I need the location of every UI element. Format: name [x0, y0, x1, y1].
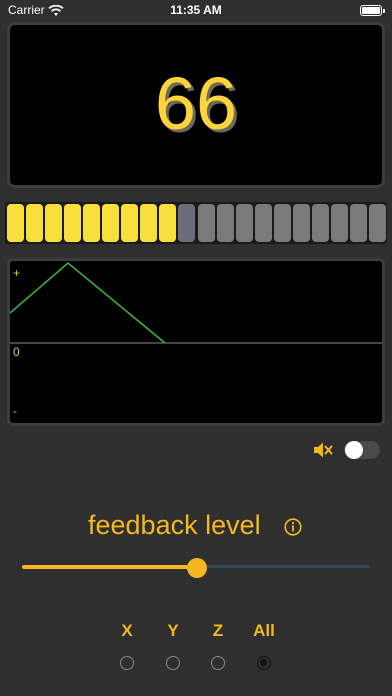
meter-segment — [235, 204, 253, 242]
meter-segment — [140, 204, 158, 242]
feedback-level-title: feedback level — [88, 510, 261, 540]
meter-segment — [64, 204, 82, 242]
axis-label-all: All — [253, 621, 275, 640]
axis-label-z: Z — [212, 621, 224, 640]
meter-segment — [216, 204, 234, 242]
meter-segment — [292, 204, 310, 242]
toggle-knob — [345, 441, 363, 459]
meter-segment — [121, 204, 139, 242]
meter-segment — [349, 204, 367, 242]
radio-y[interactable] — [166, 656, 180, 670]
waveform-svg — [10, 261, 382, 344]
level-meter — [5, 202, 387, 244]
meter-segment — [330, 204, 348, 242]
slider-empty-track — [198, 565, 370, 568]
radio-z[interactable] — [211, 656, 225, 670]
minus-label: - — [13, 404, 17, 418]
waveform-plot: + 0 - — [7, 258, 385, 426]
plus-label: + — [13, 266, 21, 280]
zero-label: 0 — [13, 345, 20, 359]
speaker-muted-icon[interactable] — [313, 441, 333, 464]
meter-segment — [45, 204, 63, 242]
value-display: 66 — [7, 22, 385, 188]
slider-thumb[interactable] — [187, 558, 207, 578]
radio-x[interactable] — [120, 656, 134, 670]
meter-segment — [273, 204, 291, 242]
slider-filled-track — [22, 565, 198, 569]
meter-segment — [7, 204, 24, 242]
meter-segment — [254, 204, 272, 242]
clock: 11:35 AM — [170, 3, 222, 17]
meter-segment — [197, 204, 215, 242]
axis-label-x: X — [121, 621, 133, 640]
meter-segment — [368, 204, 386, 242]
info-icon[interactable] — [284, 518, 302, 541]
meter-segment — [178, 204, 196, 242]
meter-segment — [159, 204, 177, 242]
value-readout: 66 — [154, 62, 238, 145]
sound-toggle[interactable] — [344, 441, 380, 459]
battery-icon — [360, 5, 385, 16]
status-bar: Carrier 11:35 AM — [0, 0, 392, 22]
axis-label-y: Y — [167, 621, 179, 640]
waveform-line — [10, 261, 166, 344]
meter-segment — [26, 204, 44, 242]
radio-all[interactable] — [257, 656, 271, 670]
meter-segment — [83, 204, 101, 242]
feedback-level-slider[interactable] — [22, 558, 370, 578]
meter-segment — [311, 204, 329, 242]
meter-segment — [102, 204, 120, 242]
